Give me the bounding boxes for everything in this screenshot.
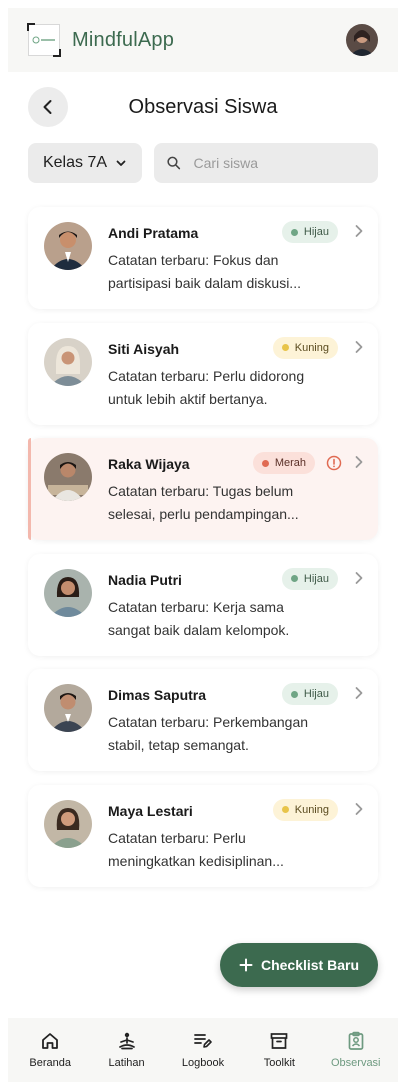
new-checklist-button[interactable]: Checklist Baru <box>220 943 378 987</box>
chevron-right-icon <box>355 225 363 237</box>
status-label: Hijau <box>303 688 329 700</box>
student-note: Catatan terbaru: Tugas belum selesai, pe… <box>108 483 299 522</box>
search-icon <box>167 156 181 170</box>
filter-bar: Kelas 7A <box>28 143 378 183</box>
status-label: Hijau <box>303 226 329 238</box>
student-photo <box>44 222 92 270</box>
chevron-right-icon <box>355 340 363 353</box>
app-title: MindfulApp <box>72 28 175 51</box>
back-button[interactable] <box>28 87 68 127</box>
status-badge: Merah <box>252 452 315 474</box>
student-card[interactable]: Andi Pratama Catatan terbaru: Fokus dan … <box>28 207 378 309</box>
clipboard-person-icon <box>348 1031 364 1050</box>
app-header: MindfulApp <box>8 8 398 72</box>
status-badge: Kuning <box>272 798 338 821</box>
nav-label: Observasi <box>330 1057 381 1069</box>
title-row: Observasi Siswa <box>28 86 378 128</box>
app-frame: MindfulApp Observasi Siswa Kelas 7A Cari… <box>8 8 398 1082</box>
nav-item-latihan[interactable]: Latihan <box>90 1031 164 1069</box>
student-photo <box>44 684 92 732</box>
edit-list-icon <box>194 1034 212 1048</box>
plus-icon <box>239 958 253 972</box>
status-dot <box>290 575 298 582</box>
student-photo <box>44 453 92 501</box>
status-dot <box>290 690 298 698</box>
search-input[interactable] <box>193 155 366 171</box>
student-card[interactable]: Siti Aisyah Catatan terbaru: Perlu didor… <box>28 322 378 425</box>
class-select-label: Kelas 7A <box>42 154 108 171</box>
nav-label: Latihan <box>108 1057 145 1069</box>
student-note: Catatan terbaru: Kerja sama sangat baik … <box>108 598 290 638</box>
student-note: Catatan terbaru: Perlu didorong untuk le… <box>108 367 305 407</box>
student-card[interactable]: Maya Lestari Catatan terbaru: Perlu meni… <box>28 784 378 887</box>
chevron-right-icon <box>355 802 363 815</box>
student-photo <box>44 568 92 617</box>
student-note: Catatan terbaru: Perlu meningkatkan kedi… <box>108 829 284 869</box>
student-card[interactable]: Raka Wijaya Catatan terbaru: Tugas belum… <box>28 438 378 540</box>
student-photo <box>44 337 92 386</box>
student-card[interactable]: Dimas Saputra Catatan terbaru: Perkemban… <box>28 669 378 771</box>
archive-icon <box>271 1033 288 1049</box>
page-title: Observasi Siswa <box>128 95 278 118</box>
nav-label: Toolkit <box>263 1057 295 1069</box>
student-card[interactable]: Nadia Putri Catatan terbaru: Kerja sama … <box>28 553 378 656</box>
status-dot <box>281 344 289 351</box>
status-dot <box>290 228 298 236</box>
nav-item-beranda[interactable]: Beranda <box>13 1031 87 1069</box>
chevron-left-icon <box>43 100 52 114</box>
status-label: Hijau <box>303 572 329 585</box>
meditation-icon <box>118 1032 135 1050</box>
user-avatar[interactable] <box>346 24 378 56</box>
status-badge: Hijau <box>281 221 338 243</box>
nav-item-logbook[interactable]: Logbook <box>166 1031 240 1069</box>
status-label: Kuning <box>294 341 329 354</box>
status-badge: Hijau <box>281 683 338 705</box>
search-box <box>154 143 378 183</box>
app-logo <box>27 23 61 57</box>
status-badge: Hijau <box>281 567 338 590</box>
class-select[interactable]: Kelas 7A <box>28 143 142 183</box>
student-name: Raka Wijaya <box>108 456 190 472</box>
nav-item-observasi[interactable]: Observasi <box>319 1031 393 1069</box>
student-note: Catatan terbaru: Perkembangan stabil, te… <box>108 714 309 753</box>
nav-label: Logbook <box>181 1057 225 1069</box>
new-checklist-label: Checklist Baru <box>260 957 360 973</box>
bottom-nav: Beranda Latihan Logbook Toolkit Observas… <box>8 1018 398 1082</box>
status-label: Kuning <box>294 803 329 816</box>
student-list: Andi Pratama Catatan terbaru: Fokus dan … <box>28 207 378 900</box>
alert-circle-icon <box>326 455 342 471</box>
nav-item-toolkit[interactable]: Toolkit <box>242 1031 316 1069</box>
status-dot <box>281 806 289 813</box>
chevron-right-icon <box>355 571 363 584</box>
student-note: Catatan terbaru: Fokus dan partisipasi b… <box>108 252 301 291</box>
home-icon <box>42 1033 59 1049</box>
chevron-down-icon <box>116 160 126 166</box>
status-label: Merah <box>274 457 306 469</box>
status-dot <box>261 459 269 467</box>
chevron-right-icon <box>355 687 363 699</box>
status-badge: Kuning <box>272 336 338 359</box>
nav-label: Beranda <box>29 1057 71 1069</box>
student-photo <box>44 799 92 848</box>
chevron-right-icon <box>355 456 363 468</box>
